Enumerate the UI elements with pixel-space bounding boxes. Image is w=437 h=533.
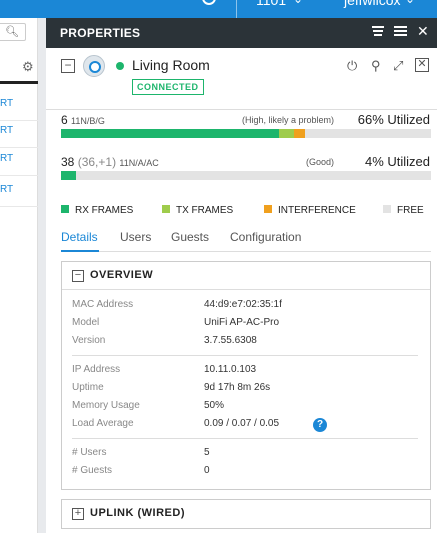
channel-width: (36,+1): [77, 155, 117, 169]
list-item[interactable]: RT: [0, 144, 38, 176]
legend-swatch: [264, 205, 272, 213]
properties-panel: PROPERTIES ✕ − Living Room CONNECTED ⏻ ⚲…: [46, 18, 437, 533]
legend-rx-frames: RX FRAMES: [61, 205, 133, 216]
ip-address-row: IP Address 10.11.0.103: [72, 364, 257, 375]
menu-icon[interactable]: [394, 26, 407, 36]
section-title: UPLINK (WIRED): [90, 507, 185, 519]
memory-usage-row: Memory Usage 50%: [72, 400, 225, 411]
utilization-value: 4% Utilized: [364, 154, 430, 169]
overview-header[interactable]: − OVERVIEW: [62, 262, 430, 290]
collapse-all-icon[interactable]: [372, 26, 384, 36]
legend-swatch: [61, 205, 69, 213]
expand-icon[interactable]: ⤢: [393, 58, 403, 74]
legend-swatch: [162, 205, 170, 213]
users-count-row: # Users 5: [72, 447, 210, 458]
list-item[interactable]: RT: [0, 175, 38, 207]
collapse-icon[interactable]: −: [72, 270, 84, 282]
device-header: − Living Room CONNECTED ⏻ ⚲ ⤢ ✕: [46, 48, 437, 110]
guests-count-row: # Guests 0: [72, 465, 210, 476]
close-icon[interactable]: ✕: [415, 58, 429, 72]
tx-frames-segment: [279, 129, 295, 138]
divider: [72, 438, 418, 439]
collapse-icon[interactable]: −: [61, 59, 75, 73]
topbar-divider: [236, 0, 237, 18]
utilization-bar: [61, 171, 431, 180]
utilization-note: (High, likely a problem): [242, 115, 335, 125]
restart-link[interactable]: RT: [0, 125, 13, 136]
restart-link[interactable]: RT: [0, 98, 13, 109]
restart-link[interactable]: RT: [0, 184, 13, 195]
channel-number: 6: [61, 113, 68, 127]
panel-gutter: [38, 18, 46, 533]
tab-guests[interactable]: Guests: [171, 230, 209, 244]
rx-frames-segment: [61, 129, 280, 138]
search-input[interactable]: 🔍︎: [0, 23, 26, 41]
utilization-legend: RX FRAMES TX FRAMES INTERFERENCE FREE: [61, 205, 431, 219]
restart-icon[interactable]: ⏻: [347, 58, 357, 74]
help-icon[interactable]: ?: [313, 418, 327, 432]
model-row: Model UniFi AP-AC-Pro: [72, 317, 280, 328]
status-badge: CONNECTED: [132, 79, 204, 95]
mac-address-row: MAC Address 44:d9:e7:02:35:1f: [72, 299, 282, 310]
utilization-value: 66% Utilized: [357, 112, 430, 127]
notifications-icon[interactable]: [202, 0, 216, 5]
interference-segment: [294, 129, 306, 138]
details-tabs: Details Users Guests Configuration: [61, 228, 431, 252]
section-title: OVERVIEW: [90, 269, 154, 281]
utilization-note: (Good): [306, 157, 335, 167]
top-navigation-bar: 1101 ⌄ jeffwilcox ⌄: [0, 0, 437, 18]
restart-link[interactable]: RT: [0, 153, 13, 164]
uptime-row: Uptime 9d 17h 8m 26s: [72, 382, 271, 393]
chevron-down-icon[interactable]: ⌄: [293, 0, 303, 6]
gear-icon[interactable]: ⚙: [22, 59, 34, 75]
access-point-icon: [83, 55, 105, 77]
tab-details[interactable]: Details: [61, 230, 98, 244]
legend-free: FREE: [383, 205, 424, 216]
load-average-row: Load Average 0.09 / 0.07 / 0.05?: [72, 418, 418, 434]
active-tab-indicator: [61, 250, 99, 252]
search-icon: 🔍︎: [5, 26, 19, 38]
radio-utilization-ng: 6 11N/B/G (High, likely a problem) 66% U…: [61, 112, 431, 143]
device-list-pane: 🔍︎ ⚙ RT RT RT RT: [0, 18, 38, 533]
site-selector[interactable]: 1101: [256, 0, 286, 8]
tab-users[interactable]: Users: [120, 230, 151, 244]
channel-number: 38: [61, 155, 75, 169]
legend-swatch: [383, 205, 391, 213]
panel-title: PROPERTIES: [60, 26, 141, 40]
version-row: Version 3.7.55.6308: [72, 335, 257, 346]
locate-icon[interactable]: ⚲: [371, 58, 381, 74]
overview-section: − OVERVIEW MAC Address 44:d9:e7:02:35:1f …: [61, 261, 431, 490]
legend-interference: INTERFERENCE: [264, 205, 356, 216]
uplink-header[interactable]: + UPLINK (WIRED): [62, 500, 430, 528]
uplink-section: + UPLINK (WIRED): [61, 499, 431, 529]
device-name: Living Room: [132, 57, 210, 73]
user-menu[interactable]: jeffwilcox: [344, 0, 401, 8]
close-icon[interactable]: ✕: [417, 23, 429, 40]
expand-icon[interactable]: +: [72, 508, 84, 520]
legend-tx-frames: TX FRAMES: [162, 205, 233, 216]
properties-header: PROPERTIES ✕: [46, 18, 437, 48]
tab-configuration[interactable]: Configuration: [230, 230, 301, 244]
radio-band: 11N/A/AC: [119, 158, 159, 168]
divider: [72, 355, 418, 356]
rx-frames-segment: [61, 171, 76, 180]
radio-utilization-ac: 38 (36,+1) 11N/A/AC (Good) 4% Utilized: [61, 154, 431, 185]
chevron-down-icon[interactable]: ⌄: [405, 0, 415, 6]
radio-band: 11N/B/G: [71, 116, 105, 126]
status-dot: [116, 62, 124, 70]
list-header-divider: [0, 81, 38, 84]
utilization-bar: [61, 129, 431, 138]
